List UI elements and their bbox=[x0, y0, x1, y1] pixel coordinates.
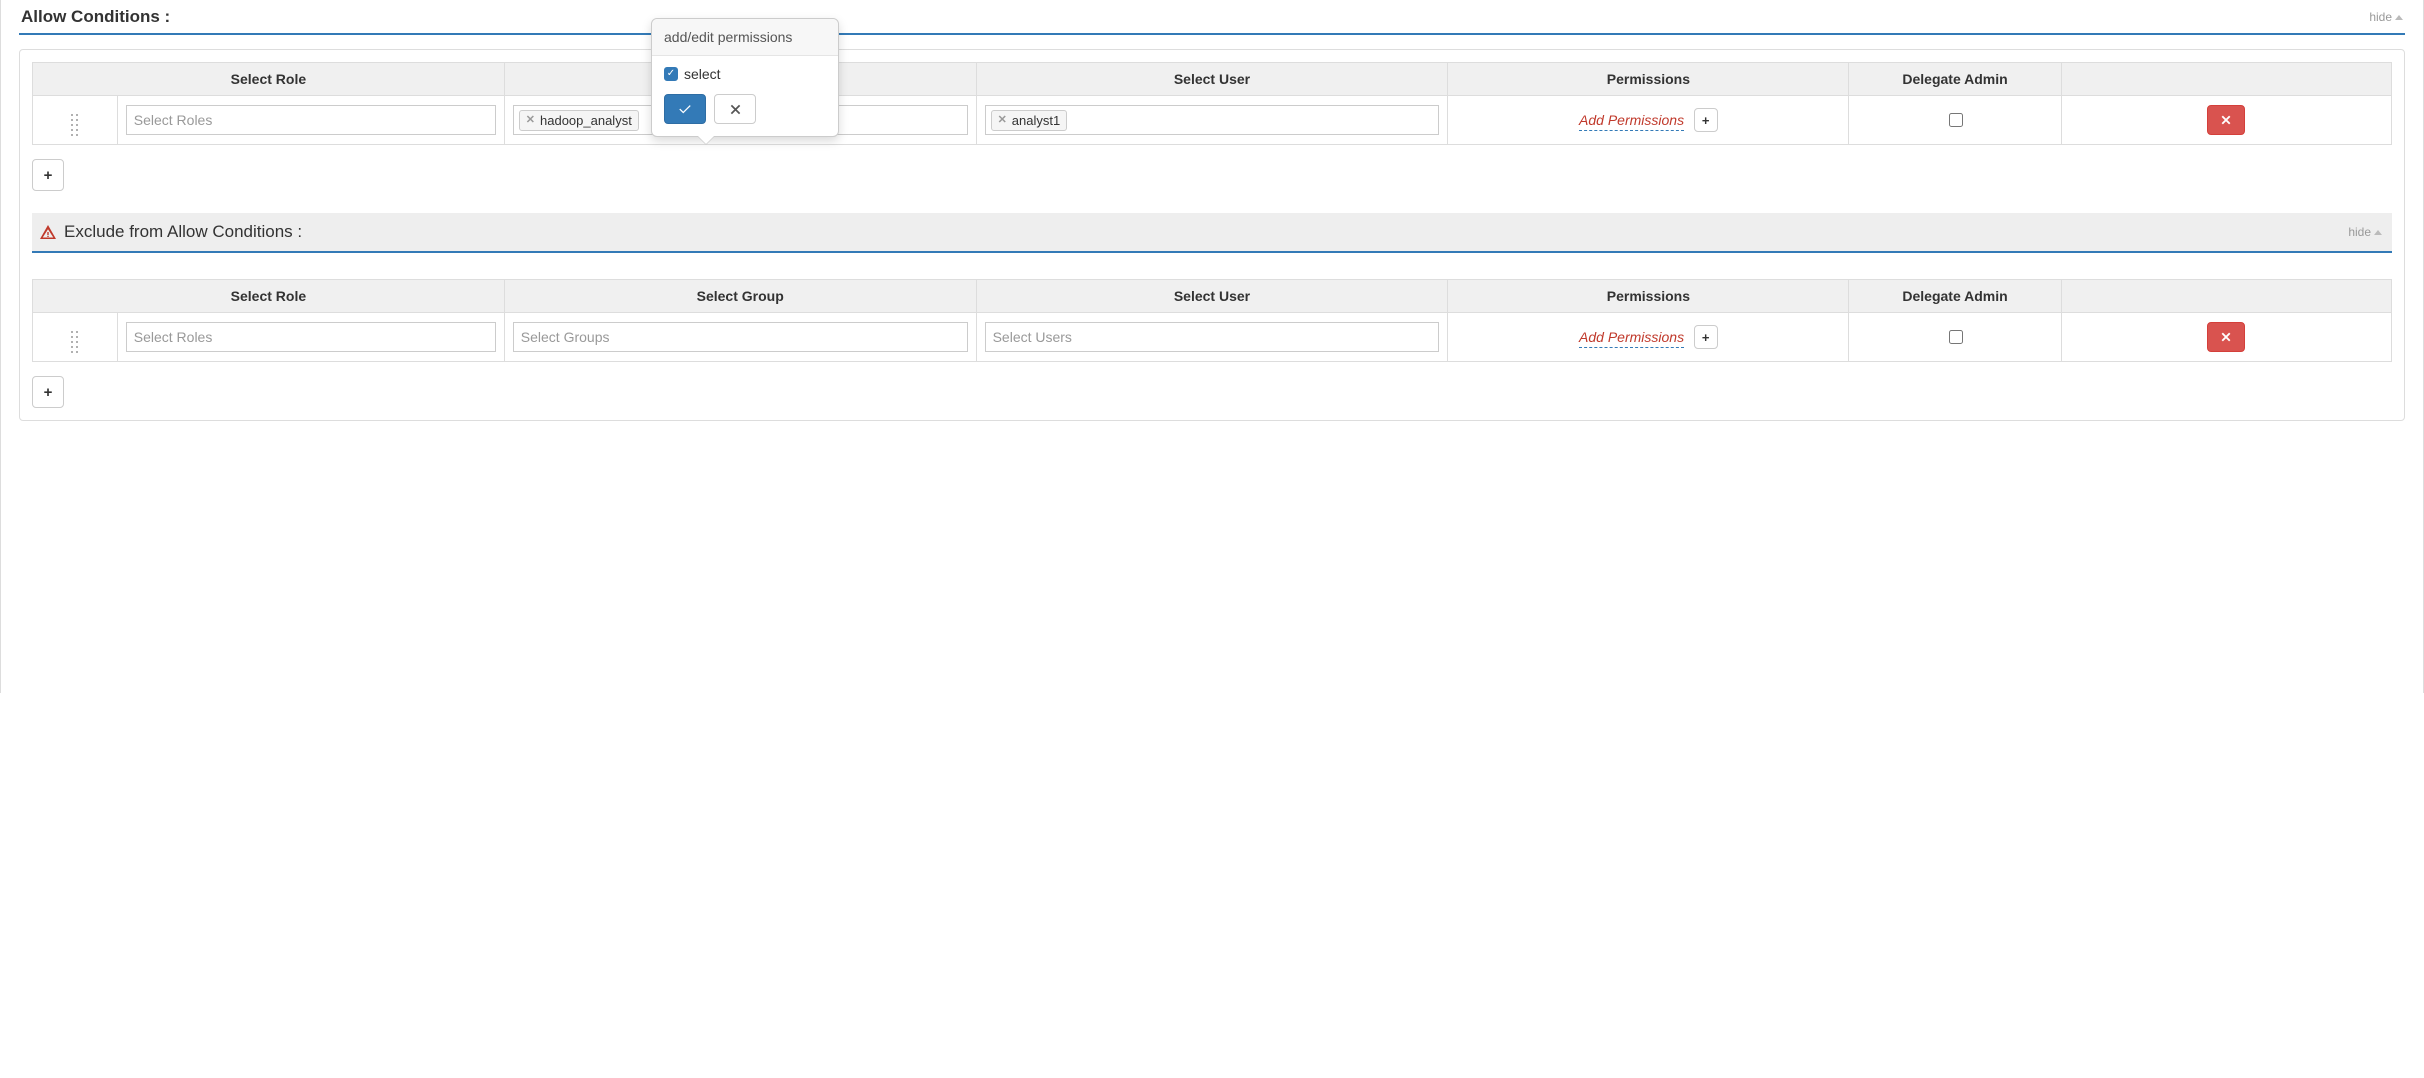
col-header-permissions: Permissions bbox=[1448, 63, 1849, 96]
select-roles-input[interactable]: Select Roles bbox=[126, 322, 496, 352]
allow-hide-toggle[interactable]: hide bbox=[2369, 10, 2403, 24]
plus-icon: + bbox=[1702, 113, 1710, 128]
hide-label: hide bbox=[2369, 10, 2392, 24]
add-permissions-link[interactable]: Add Permissions bbox=[1579, 329, 1684, 348]
col-header-delegate: Delegate Admin bbox=[1849, 280, 2061, 313]
delegate-admin-checkbox[interactable] bbox=[1949, 330, 1963, 344]
remove-row-button[interactable] bbox=[2207, 322, 2245, 352]
table-row: Select Roles Select Groups Select Users bbox=[33, 313, 2392, 362]
col-header-delegate: Delegate Admin bbox=[1849, 63, 2061, 96]
table-row: Select Roles ✕ hadoop_analyst bbox=[33, 96, 2392, 145]
add-condition-row-button[interactable]: + bbox=[32, 159, 64, 191]
drag-handle[interactable] bbox=[33, 313, 118, 362]
delegate-admin-checkbox[interactable] bbox=[1949, 113, 1963, 127]
col-header-remove bbox=[2061, 280, 2391, 313]
add-permission-button[interactable]: + bbox=[1694, 108, 1718, 132]
col-header-user: Select User bbox=[976, 63, 1448, 96]
tag-label: analyst1 bbox=[1012, 113, 1060, 128]
allow-conditions-table: Select Role Select Group Select User Per… bbox=[32, 62, 2392, 145]
caret-up-icon bbox=[2395, 15, 2403, 20]
col-header-user: Select User bbox=[976, 280, 1448, 313]
drag-icon bbox=[71, 114, 78, 136]
select-users-input[interactable]: ✕ analyst1 bbox=[985, 105, 1440, 135]
popover-confirm-button[interactable] bbox=[664, 94, 706, 124]
tag-label: hadoop_analyst bbox=[540, 113, 632, 128]
col-header-permissions: Permissions bbox=[1448, 280, 1849, 313]
col-header-remove bbox=[2061, 63, 2391, 96]
close-icon bbox=[2221, 115, 2231, 125]
permissions-popover: add/edit permissions select bbox=[651, 18, 839, 137]
close-icon bbox=[2221, 332, 2231, 342]
plus-icon: + bbox=[1702, 330, 1710, 345]
exclude-conditions-title: Exclude from Allow Conditions : bbox=[40, 222, 302, 242]
warning-icon bbox=[40, 224, 56, 240]
add-permissions-link[interactable]: Add Permissions bbox=[1579, 112, 1684, 131]
popover-arrow-icon bbox=[698, 136, 714, 144]
permission-label: select bbox=[684, 66, 721, 82]
popover-cancel-button[interactable] bbox=[714, 94, 756, 124]
remove-tag-icon[interactable]: ✕ bbox=[526, 115, 535, 126]
select-groups-input[interactable]: Select Groups bbox=[513, 322, 968, 352]
drag-icon bbox=[71, 331, 78, 353]
roles-placeholder: Select Roles bbox=[132, 329, 213, 345]
popover-title: add/edit permissions bbox=[652, 19, 838, 56]
close-icon bbox=[730, 104, 741, 115]
col-header-role: Select Role bbox=[33, 280, 505, 313]
exclude-hide-toggle[interactable]: hide bbox=[2348, 225, 2382, 239]
exclude-conditions-header: Exclude from Allow Conditions : hide bbox=[32, 213, 2392, 253]
exclude-title-text: Exclude from Allow Conditions : bbox=[64, 222, 302, 242]
remove-row-button[interactable] bbox=[2207, 105, 2245, 135]
hide-label: hide bbox=[2348, 225, 2371, 239]
col-header-role: Select Role bbox=[33, 63, 505, 96]
allow-conditions-header: Allow Conditions : hide bbox=[19, 0, 2405, 35]
groups-placeholder: Select Groups bbox=[519, 329, 610, 345]
permission-option-select[interactable]: select bbox=[664, 66, 826, 82]
select-roles-input[interactable]: Select Roles bbox=[126, 105, 496, 135]
select-users-input[interactable]: Select Users bbox=[985, 322, 1440, 352]
add-permission-button[interactable]: + bbox=[1694, 325, 1718, 349]
plus-icon: + bbox=[44, 167, 53, 184]
allow-conditions-title: Allow Conditions : bbox=[21, 7, 170, 27]
checkbox-icon[interactable] bbox=[664, 67, 678, 81]
drag-handle[interactable] bbox=[33, 96, 118, 145]
group-tag[interactable]: ✕ hadoop_analyst bbox=[519, 110, 639, 131]
caret-up-icon bbox=[2374, 230, 2382, 235]
remove-tag-icon[interactable]: ✕ bbox=[998, 115, 1007, 126]
exclude-conditions-table: Select Role Select Group Select User Per… bbox=[32, 279, 2392, 362]
plus-icon: + bbox=[44, 384, 53, 401]
users-placeholder: Select Users bbox=[991, 329, 1072, 345]
roles-placeholder: Select Roles bbox=[132, 112, 213, 128]
allow-conditions-panel: Select Role Select Group Select User Per… bbox=[19, 49, 2405, 421]
user-tag[interactable]: ✕ analyst1 bbox=[991, 110, 1068, 131]
check-icon bbox=[678, 102, 692, 116]
add-exclude-row-button[interactable]: + bbox=[32, 376, 64, 408]
col-header-group: Select Group bbox=[504, 280, 976, 313]
